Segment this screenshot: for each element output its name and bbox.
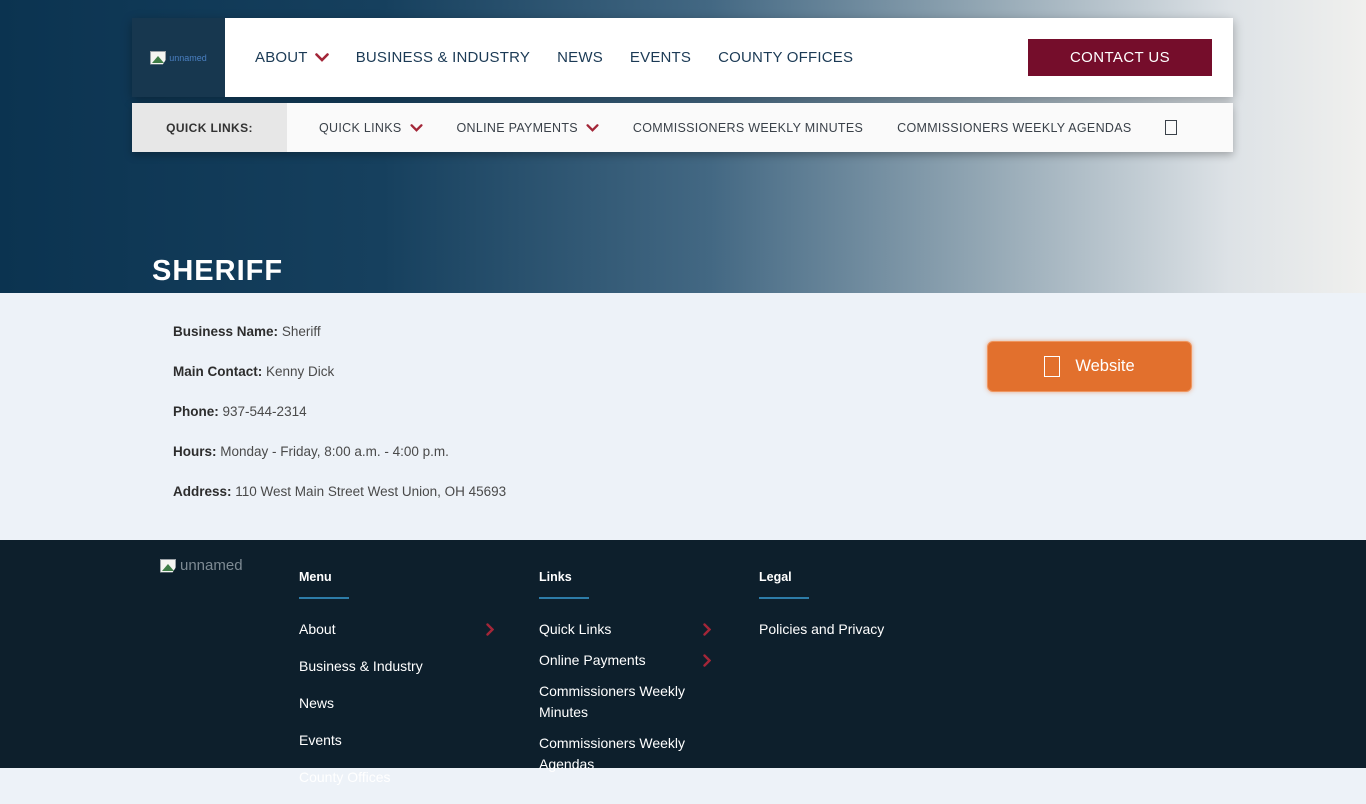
footer-column-legal: Legal Policies and Privacy bbox=[759, 570, 929, 650]
footer-link-about[interactable]: About bbox=[299, 619, 494, 640]
footer-link-weekly-agendas[interactable]: Commissioners Weekly Agendas bbox=[539, 733, 711, 775]
broken-image-icon bbox=[160, 559, 176, 573]
quickbar-item-label: COMMISSIONERS WEEKLY AGENDAS bbox=[897, 121, 1131, 135]
broken-image-icon bbox=[150, 51, 166, 65]
site-logo[interactable]: unnamed bbox=[132, 18, 225, 97]
footer-link-label: County Offices bbox=[299, 767, 391, 788]
search-icon[interactable] bbox=[1165, 120, 1177, 135]
footer-link-label: About bbox=[299, 619, 336, 640]
chevron-right-icon bbox=[703, 654, 711, 667]
nav-item-events[interactable]: EVENTS bbox=[630, 49, 691, 66]
footer: unnamed Menu About Business & Industry N… bbox=[0, 540, 1366, 768]
quickbar-item-label: COMMISSIONERS WEEKLY MINUTES bbox=[633, 121, 863, 135]
field-value: 110 West Main Street West Union, OH 4569… bbox=[235, 484, 506, 499]
heading-underline bbox=[539, 597, 589, 599]
footer-link-county-offices[interactable]: County Offices bbox=[299, 767, 494, 788]
field-label: Hours: bbox=[173, 444, 217, 459]
website-button-icon bbox=[1044, 356, 1060, 377]
footer-column-links: Links Quick Links Online Payments Commis… bbox=[539, 570, 711, 785]
contact-us-button[interactable]: CONTACT US bbox=[1028, 39, 1212, 76]
main-nav: ABOUT BUSINESS & INDUSTRY NEWS EVENTS CO… bbox=[255, 49, 853, 66]
footer-heading: Legal bbox=[759, 570, 929, 584]
field-value: Sheriff bbox=[282, 324, 321, 339]
field-business-name: Business Name: Sheriff bbox=[173, 324, 506, 339]
footer-link-label: Online Payments bbox=[539, 650, 646, 671]
quick-links-items: QUICK LINKS ONLINE PAYMENTS COMMISSIONER… bbox=[319, 121, 1132, 135]
chevron-right-icon bbox=[486, 623, 494, 636]
quick-links-bar: QUICK LINKS: QUICK LINKS ONLINE PAYMENTS… bbox=[132, 103, 1233, 152]
content-area: Business Name: Sheriff Main Contact: Ken… bbox=[0, 293, 1366, 540]
header-bar: unnamed ABOUT BUSINESS & INDUSTRY NEWS E… bbox=[132, 18, 1233, 97]
footer-logo[interactable]: unnamed bbox=[160, 557, 243, 574]
quickbar-item-quick-links[interactable]: QUICK LINKS bbox=[319, 121, 423, 135]
nav-item-label: COUNTY OFFICES bbox=[718, 49, 853, 66]
footer-logo-alt-text: unnamed bbox=[180, 557, 243, 574]
logo-alt-text: unnamed bbox=[169, 53, 207, 63]
page-title: SHERIFF bbox=[152, 255, 283, 288]
footer-link-label: Policies and Privacy bbox=[759, 619, 884, 640]
field-label: Phone: bbox=[173, 404, 219, 419]
field-main-contact: Main Contact: Kenny Dick bbox=[173, 364, 506, 379]
office-details: Business Name: Sheriff Main Contact: Ken… bbox=[173, 324, 506, 524]
quick-links-caption: QUICK LINKS: bbox=[132, 103, 287, 152]
footer-link-policies-privacy[interactable]: Policies and Privacy bbox=[759, 619, 929, 640]
field-hours: Hours: Monday - Friday, 8:00 a.m. - 4:00… bbox=[173, 444, 506, 459]
nav-item-label: NEWS bbox=[557, 49, 603, 66]
nav-item-label: ABOUT bbox=[255, 49, 308, 66]
footer-link-online-payments[interactable]: Online Payments bbox=[539, 650, 711, 671]
website-button[interactable]: Website bbox=[987, 341, 1192, 392]
quickbar-item-weekly-minutes[interactable]: COMMISSIONERS WEEKLY MINUTES bbox=[633, 121, 863, 135]
footer-link-weekly-minutes[interactable]: Commissioners Weekly Minutes bbox=[539, 681, 711, 723]
quickbar-item-label: QUICK LINKS bbox=[319, 121, 402, 135]
chevron-down-icon bbox=[315, 53, 329, 62]
field-value: Monday - Friday, 8:00 a.m. - 4:00 p.m. bbox=[220, 444, 449, 459]
footer-link-label: Quick Links bbox=[539, 619, 611, 640]
chevron-right-icon bbox=[703, 623, 711, 636]
field-value: Kenny Dick bbox=[266, 364, 334, 379]
footer-column-menu: Menu About Business & Industry News Even… bbox=[299, 570, 494, 804]
heading-underline bbox=[299, 597, 349, 599]
nav-item-business-industry[interactable]: BUSINESS & INDUSTRY bbox=[356, 49, 530, 66]
field-label: Business Name: bbox=[173, 324, 278, 339]
footer-link-news[interactable]: News bbox=[299, 693, 494, 714]
chevron-down-icon bbox=[586, 124, 599, 132]
footer-heading: Links bbox=[539, 570, 711, 584]
quickbar-item-weekly-agendas[interactable]: COMMISSIONERS WEEKLY AGENDAS bbox=[897, 121, 1131, 135]
nav-item-about[interactable]: ABOUT bbox=[255, 49, 329, 66]
field-address: Address: 110 West Main Street West Union… bbox=[173, 484, 506, 499]
field-value: 937-544-2314 bbox=[223, 404, 307, 419]
footer-link-business-industry[interactable]: Business & Industry bbox=[299, 656, 494, 677]
website-button-label: Website bbox=[1075, 357, 1134, 376]
field-phone: Phone: 937-544-2314 bbox=[173, 404, 506, 419]
nav-item-label: BUSINESS & INDUSTRY bbox=[356, 49, 530, 66]
nav-item-news[interactable]: NEWS bbox=[557, 49, 603, 66]
field-label: Main Contact: bbox=[173, 364, 262, 379]
nav-item-county-offices[interactable]: COUNTY OFFICES bbox=[718, 49, 853, 66]
footer-link-quick-links[interactable]: Quick Links bbox=[539, 619, 711, 640]
footer-heading: Menu bbox=[299, 570, 494, 584]
footer-link-label: News bbox=[299, 693, 334, 714]
nav-item-label: EVENTS bbox=[630, 49, 691, 66]
field-label: Address: bbox=[173, 484, 232, 499]
footer-link-label: Business & Industry bbox=[299, 656, 423, 677]
quickbar-item-online-payments[interactable]: ONLINE PAYMENTS bbox=[457, 121, 599, 135]
chevron-down-icon bbox=[410, 124, 423, 132]
footer-link-label: Events bbox=[299, 730, 342, 751]
footer-link-events[interactable]: Events bbox=[299, 730, 494, 751]
quickbar-item-label: ONLINE PAYMENTS bbox=[457, 121, 578, 135]
footer-link-label: Commissioners Weekly Agendas bbox=[539, 733, 711, 775]
footer-link-label: Commissioners Weekly Minutes bbox=[539, 681, 711, 723]
heading-underline bbox=[759, 597, 809, 599]
